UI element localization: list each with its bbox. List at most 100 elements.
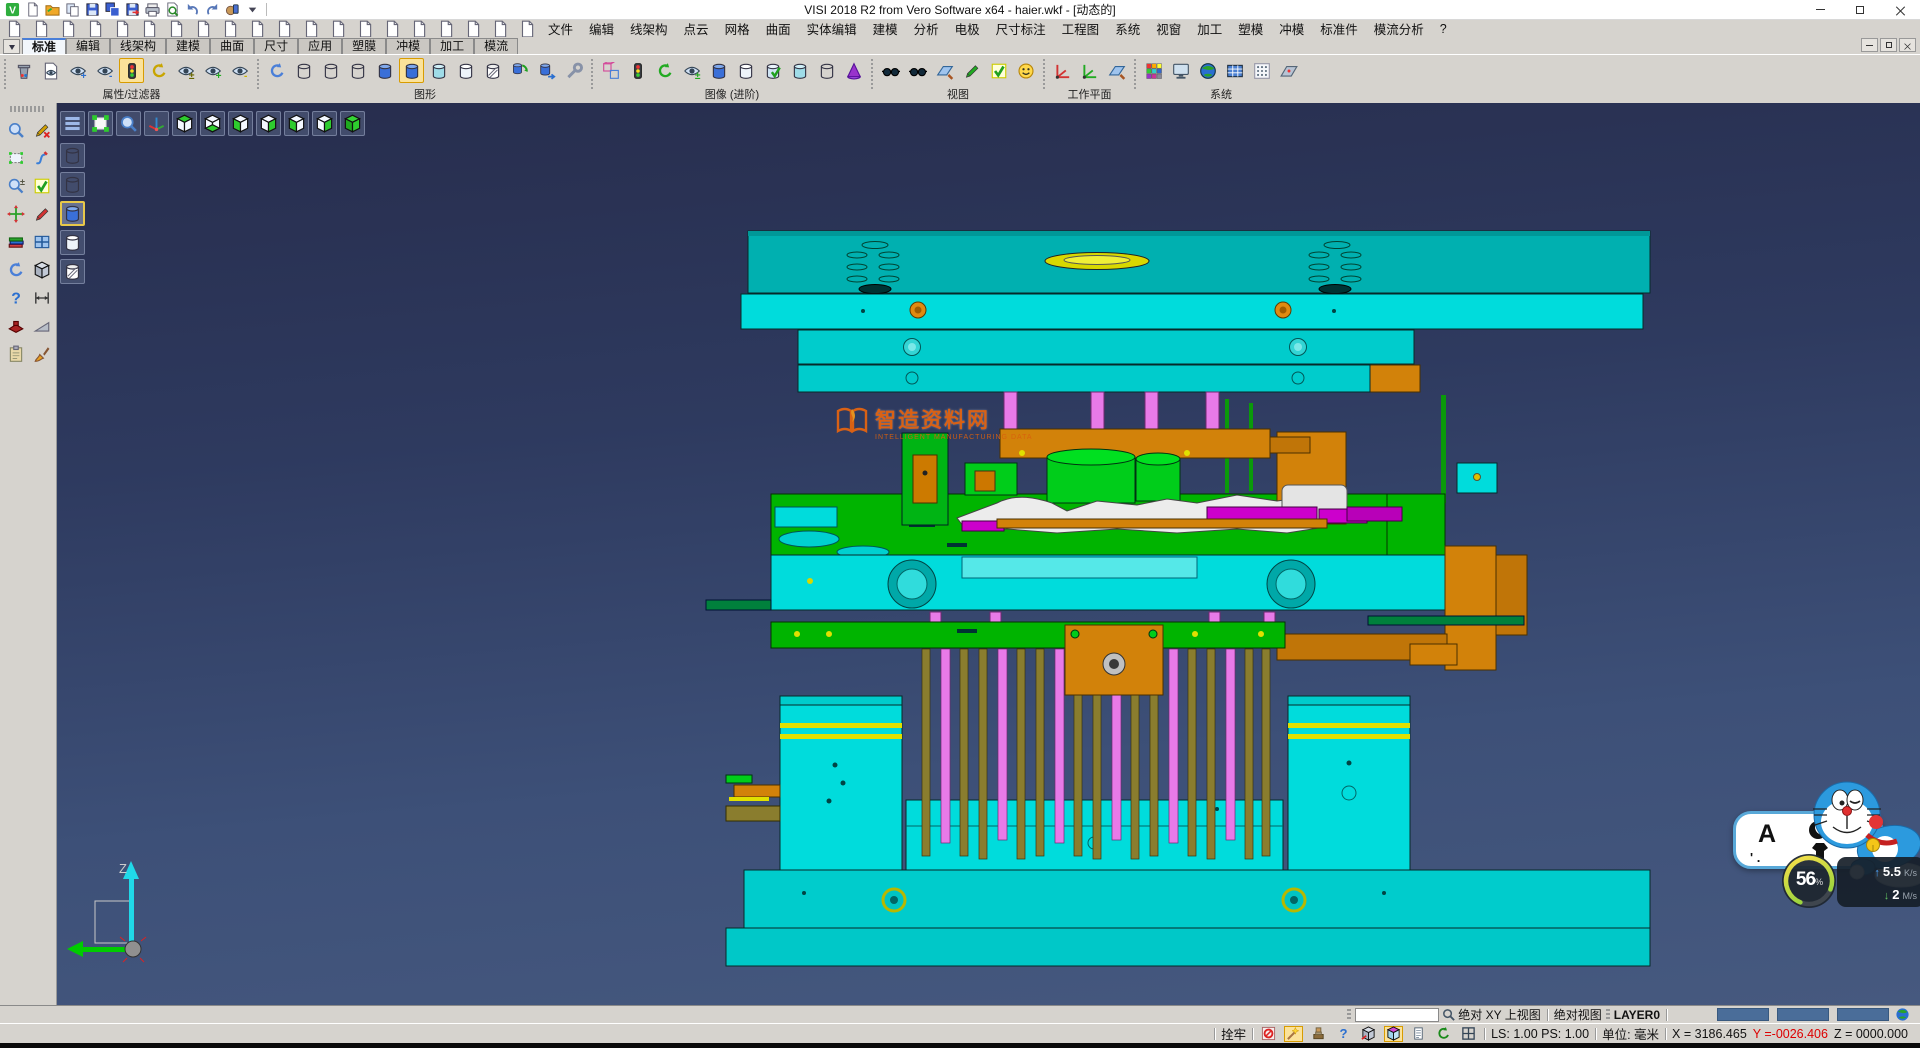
redraw-icon[interactable] xyxy=(264,58,289,83)
menu-item[interactable]: 尺寸标注 xyxy=(988,19,1054,38)
hide-entity-icon[interactable]: - xyxy=(92,58,117,83)
menu-item[interactable]: 系统 xyxy=(1107,19,1148,38)
clear-attributes-icon[interactable] xyxy=(11,58,36,83)
refresh-filter-icon[interactable] xyxy=(146,58,171,83)
top-clamp-plate[interactable] xyxy=(748,231,1650,294)
color-palette-icon[interactable] xyxy=(1141,58,1166,83)
toolbar-tab[interactable]: 建模 xyxy=(166,38,210,54)
viewport-menu-icon[interactable] xyxy=(60,111,85,136)
model-canvas[interactable]: Z xyxy=(57,103,1920,1005)
scale-indicator[interactable]: LS: 1.00 PS: 1.00 xyxy=(1491,1027,1589,1041)
child-restore-button[interactable] xyxy=(1880,38,1897,52)
render-hatch-icon[interactable] xyxy=(60,259,85,284)
erase-icon[interactable] xyxy=(30,117,55,142)
edit-curve-icon[interactable] xyxy=(30,201,55,226)
slant-plane-icon[interactable] xyxy=(1276,58,1301,83)
toolbar-group-grip[interactable] xyxy=(1133,59,1138,89)
grid-window-icon[interactable] xyxy=(1459,1026,1478,1042)
network-speed-panel[interactable]: ↑ 5.5 K/s ↓ 2 M/s xyxy=(1837,857,1920,907)
left-rod[interactable] xyxy=(706,600,771,610)
system-globe-icon[interactable] xyxy=(1195,58,1220,83)
menu-item[interactable]: 塑模 xyxy=(1230,19,1271,38)
toolbar-tab[interactable]: 线架构 xyxy=(110,38,166,54)
toggle-visibility-icon[interactable]: ± xyxy=(173,58,198,83)
right-spacer-block[interactable] xyxy=(1288,696,1410,870)
minimize-button[interactable] xyxy=(1800,0,1840,19)
adv-transparent-icon[interactable] xyxy=(787,58,812,83)
toolbar-group-grip[interactable] xyxy=(1042,59,1047,89)
adv-cone-icon[interactable] xyxy=(841,58,866,83)
paint-icon[interactable] xyxy=(30,341,55,366)
attributes-icon[interactable] xyxy=(4,229,29,254)
view-top-icon[interactable] xyxy=(172,111,197,136)
view-back-icon[interactable] xyxy=(312,111,337,136)
left-spacer-block[interactable] xyxy=(780,696,902,870)
adv-shaded-icon[interactable] xyxy=(706,58,731,83)
render-wireframe-icon[interactable] xyxy=(60,143,85,168)
ejector-retainer-plate[interactable] xyxy=(771,612,1285,648)
menu-item[interactable]: 线架构 xyxy=(622,19,676,38)
lock-toggle[interactable]: 拴牢 xyxy=(1221,1024,1246,1043)
adv-toggle-icon[interactable]: ± xyxy=(679,58,704,83)
ucs-icon[interactable] xyxy=(144,111,169,136)
stripper-plate-upper[interactable] xyxy=(798,330,1414,364)
filter-traffic-icon[interactable] xyxy=(119,58,144,83)
query-icon[interactable]: ? xyxy=(1334,1026,1353,1042)
menu-item[interactable]: 曲面 xyxy=(758,19,799,38)
tab-dropdown-button[interactable] xyxy=(3,39,20,54)
workplane-plane-icon[interactable] xyxy=(1104,58,1129,83)
stripper-plate-lower[interactable] xyxy=(798,365,1370,392)
workplane-align-icon[interactable] xyxy=(1077,58,1102,83)
left-side-fittings[interactable] xyxy=(726,775,780,821)
cpu-usage-gauge[interactable]: 56% xyxy=(1779,851,1839,911)
cube-axis-icon[interactable] xyxy=(1359,1026,1378,1042)
molding-stack[interactable] xyxy=(902,429,1402,533)
show-more-icon[interactable]: + xyxy=(200,58,225,83)
smart-pick-icon[interactable] xyxy=(1284,1026,1303,1042)
toolbar-group-grip[interactable] xyxy=(590,59,595,89)
monitor-icon[interactable] xyxy=(1168,58,1193,83)
layer-color-swatch[interactable] xyxy=(1837,1008,1889,1021)
menu-item[interactable]: 标准件 xyxy=(1312,19,1366,38)
move-ucs-icon[interactable] xyxy=(4,201,29,226)
layer-color-swatch[interactable] xyxy=(1717,1008,1769,1021)
search-icon[interactable] xyxy=(1439,1007,1458,1023)
top-plate-2[interactable] xyxy=(741,294,1643,329)
close-button[interactable] xyxy=(1880,0,1920,19)
help-icon[interactable]: ? xyxy=(4,285,29,310)
adv-ghost-icon[interactable] xyxy=(733,58,758,83)
render-ghost-icon[interactable] xyxy=(60,230,85,255)
active-layer-indicator[interactable]: LAYER0 xyxy=(1614,1008,1660,1022)
regen-icon[interactable] xyxy=(4,257,29,282)
render-copy-icon[interactable] xyxy=(534,58,559,83)
view-bottom-icon[interactable] xyxy=(200,111,225,136)
select-window-icon[interactable] xyxy=(4,145,29,170)
menu-item[interactable]: 电极 xyxy=(947,19,988,38)
render-hidden-line-icon[interactable] xyxy=(60,172,85,197)
layout-icon[interactable] xyxy=(30,229,55,254)
adv-refresh-icon[interactable] xyxy=(652,58,677,83)
toolbar-tab[interactable]: 加工 xyxy=(430,38,474,54)
toolbar-group-grip[interactable] xyxy=(256,59,261,89)
adv-wire-cyl-icon[interactable] xyxy=(814,58,839,83)
dynamic-cube-icon[interactable] xyxy=(1384,1026,1403,1042)
toolbar-group-grip[interactable] xyxy=(3,59,8,89)
toolbar-grip[interactable] xyxy=(10,106,46,112)
spline-icon[interactable] xyxy=(30,145,55,170)
view-left-icon[interactable] xyxy=(228,111,253,136)
menu-item[interactable]: 视窗 xyxy=(1148,19,1189,38)
menu-item[interactable]: 点云 xyxy=(676,19,717,38)
view-smiley-icon[interactable] xyxy=(1013,58,1038,83)
bottom-clamp-plate[interactable] xyxy=(726,870,1650,966)
fit-view-icon[interactable] xyxy=(88,111,113,136)
wedge-icon[interactable] xyxy=(30,313,55,338)
table-icon[interactable] xyxy=(1222,58,1247,83)
menu-item[interactable]: 实体编辑 xyxy=(799,19,865,38)
menu-item[interactable]: 冲模 xyxy=(1271,19,1312,38)
auto-rotate-icon[interactable] xyxy=(1434,1026,1453,1042)
menu-item[interactable]: 加工 xyxy=(1189,19,1230,38)
clipboard-icon[interactable] xyxy=(4,341,29,366)
ime-punctuation-toggle[interactable]: ' . xyxy=(1750,850,1760,865)
menu-item[interactable]: 文件 xyxy=(540,19,581,38)
no-snap-icon[interactable] xyxy=(1259,1026,1278,1042)
